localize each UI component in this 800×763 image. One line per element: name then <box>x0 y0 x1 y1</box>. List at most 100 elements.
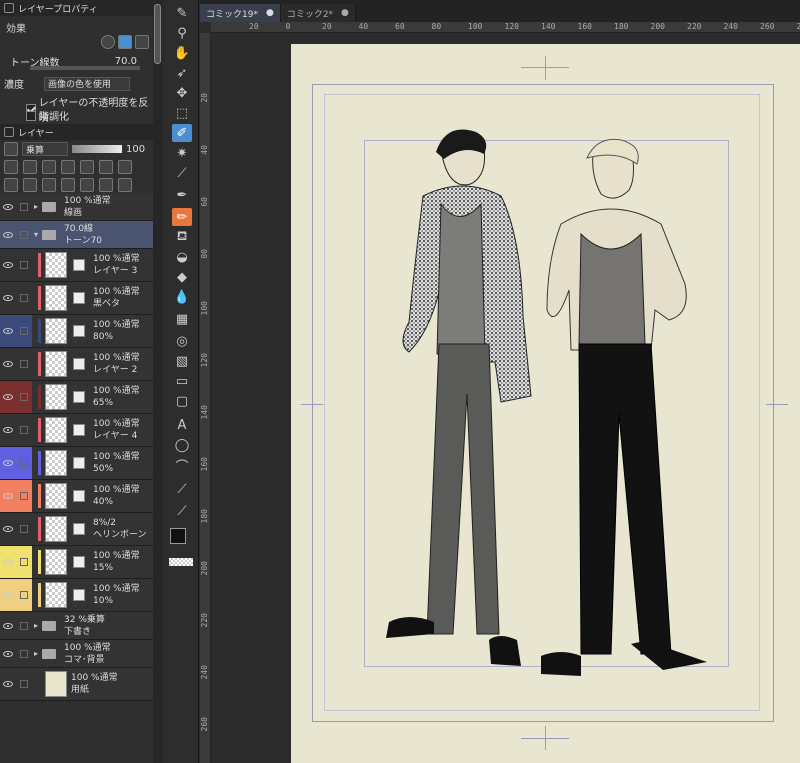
merge-icon[interactable] <box>80 178 94 192</box>
eraser-icon[interactable]: ◆ <box>172 268 192 286</box>
lock-toggle[interactable] <box>16 546 32 578</box>
ruler-icon[interactable] <box>99 160 113 174</box>
layer-row[interactable]: ▸ 32 %乗算 下書き <box>0 612 153 640</box>
lock-toggle[interactable] <box>16 447 32 479</box>
lock-toggle[interactable] <box>16 282 32 314</box>
pen-icon[interactable]: ✒ <box>172 186 192 204</box>
properties-panel-header[interactable]: レイヤープロパティ <box>0 0 153 16</box>
layer-row[interactable]: 8%/2 ヘリンボーン <box>0 513 153 546</box>
layer-row[interactable]: 100 %通常 50% <box>0 447 153 480</box>
lock-toggle[interactable] <box>16 612 32 639</box>
mask-create-icon[interactable] <box>99 178 113 192</box>
posterize-row[interactable]: 階調化 <box>0 108 153 123</box>
paper[interactable] <box>291 44 800 763</box>
lock-toggle[interactable] <box>16 579 32 611</box>
tab-comic2[interactable]: コミック2* ● <box>280 4 356 22</box>
gradient-icon[interactable]: ◎ <box>172 332 192 350</box>
visibility-toggle[interactable] <box>0 221 16 248</box>
close-icon[interactable]: ● <box>341 8 349 18</box>
circle-effect-icon[interactable] <box>101 35 115 49</box>
blend-icon[interactable] <box>4 142 18 156</box>
visibility-toggle[interactable] <box>0 193 16 220</box>
tone-effect-icon[interactable] <box>118 35 132 49</box>
visibility-toggle[interactable] <box>0 579 16 611</box>
pencil-icon[interactable]: ✏ <box>172 208 192 226</box>
lock-toggle[interactable] <box>16 640 32 667</box>
clip-icon[interactable] <box>4 160 18 174</box>
airbrush-icon[interactable]: ◒ <box>172 248 192 266</box>
correction-pen-icon[interactable]: ⟋ <box>172 480 192 498</box>
layer-row[interactable]: 100 %通常 15% <box>0 546 153 579</box>
folder-expand-icon[interactable]: ▸ <box>34 649 38 658</box>
density-select[interactable]: 画像の色を使用 <box>44 76 130 91</box>
canvas-area[interactable] <box>211 33 800 763</box>
mask-icon[interactable] <box>80 160 94 174</box>
scrollbar-thumb[interactable] <box>154 4 161 64</box>
blend-mode-select[interactable]: 乗算 <box>22 142 68 156</box>
text-icon[interactable]: A <box>172 416 192 434</box>
layer-row[interactable]: 100 %通常 レイヤー 3 <box>0 249 153 282</box>
layer-row[interactable]: 100 %通常 黒ベタ <box>0 282 153 315</box>
zoom-icon[interactable]: ⚲ <box>172 24 192 42</box>
transparent-color-swatch[interactable] <box>169 558 193 566</box>
layer-row[interactable]: 100 %通常 レイヤー 2 <box>0 348 153 381</box>
visibility-toggle[interactable] <box>0 315 16 347</box>
visibility-toggle[interactable] <box>0 513 16 545</box>
brush-icon[interactable]: ⛾ <box>172 228 192 246</box>
figure-icon[interactable]: ▧ <box>172 352 192 370</box>
main-color-swatch[interactable] <box>170 528 186 544</box>
visibility-toggle[interactable] <box>0 282 16 314</box>
lock-toggle[interactable] <box>16 348 32 380</box>
lock-toggle[interactable] <box>16 249 32 281</box>
layer-panel-header[interactable]: レイヤー <box>0 124 153 140</box>
lock-toggle[interactable] <box>16 315 32 347</box>
lock-toggle[interactable] <box>16 668 32 700</box>
folder-expand-icon[interactable]: ▸ <box>34 202 38 211</box>
layer-row[interactable]: 100 %通常 レイヤー 4 <box>0 414 153 447</box>
trash-icon[interactable] <box>118 178 132 192</box>
lasso-fill-icon[interactable]: ✐ <box>172 124 192 142</box>
visibility-toggle[interactable] <box>0 249 16 281</box>
left-panel-scrollbar[interactable] <box>153 0 162 763</box>
color-icon[interactable] <box>118 160 132 174</box>
visibility-toggle[interactable] <box>0 381 16 413</box>
eyedropper-icon[interactable]: ⟋ <box>172 164 192 182</box>
layer-row[interactable]: 100 %通常 65% <box>0 381 153 414</box>
new-vector-icon[interactable] <box>23 178 37 192</box>
balloon-icon[interactable]: ◯ <box>172 436 192 454</box>
visibility-toggle[interactable] <box>0 546 16 578</box>
ref-icon[interactable] <box>23 160 37 174</box>
close-icon[interactable]: ● <box>266 8 274 18</box>
lock-toggle[interactable] <box>16 414 32 446</box>
blend-tool-icon[interactable]: 💧 <box>172 288 192 306</box>
move-icon[interactable]: ✥ <box>172 84 192 102</box>
visibility-toggle[interactable] <box>0 480 16 512</box>
line-correction-icon[interactable]: ⌒ <box>172 456 192 475</box>
hand-icon[interactable]: ✋ <box>172 44 192 62</box>
visibility-toggle[interactable] <box>0 414 16 446</box>
visibility-toggle[interactable] <box>0 447 16 479</box>
layer-row[interactable]: ▸ 100 %通常 線画 <box>0 193 153 221</box>
layer-row[interactable]: ▾ 70.0線 トーン70 <box>0 221 153 249</box>
layer-row[interactable]: 100 %通常 80% <box>0 315 153 348</box>
fill-icon[interactable]: ▦ <box>172 310 192 328</box>
magic-wand-icon[interactable]: ✷ <box>172 144 192 162</box>
lock-toggle[interactable] <box>16 221 32 248</box>
operation-icon[interactable]: ➶ <box>172 64 192 82</box>
layer-row[interactable]: 100 %通常 10% <box>0 579 153 612</box>
ruler-tool-icon[interactable]: ▢ <box>172 392 192 410</box>
folder-expand-icon[interactable]: ▸ <box>34 621 38 630</box>
lock-icon[interactable] <box>42 160 56 174</box>
layer-row[interactable]: 100 %通常 40% <box>0 480 153 513</box>
frame-border-icon[interactable]: ▭ <box>172 372 192 390</box>
folder-expand-icon[interactable]: ▾ <box>34 230 38 239</box>
visibility-toggle[interactable] <box>0 612 16 639</box>
layer-row[interactable]: ▸ 100 %通常 コマ･背景 <box>0 640 153 668</box>
visibility-toggle[interactable] <box>0 640 16 667</box>
new-folder-icon[interactable] <box>42 178 56 192</box>
lock-toggle[interactable] <box>16 381 32 413</box>
lock-toggle[interactable] <box>16 480 32 512</box>
lock-toggle[interactable] <box>16 513 32 545</box>
visibility-toggle[interactable] <box>0 668 16 700</box>
new-raster-icon[interactable] <box>4 178 18 192</box>
